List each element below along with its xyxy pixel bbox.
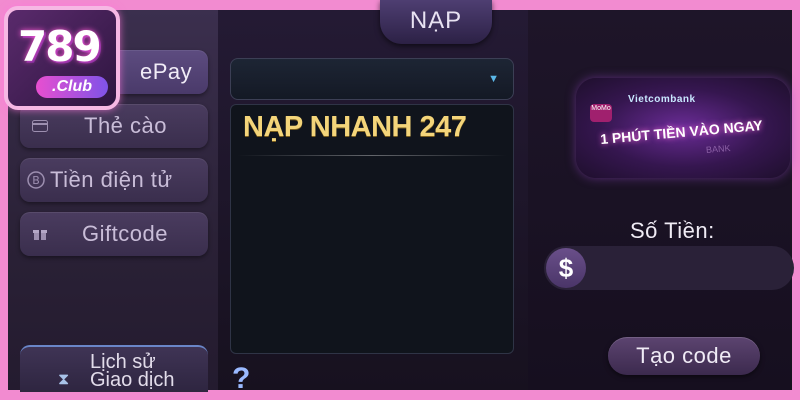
sidebar-item-label: ePay — [140, 59, 193, 84]
history-label: Lịch sử Giao dịch — [90, 351, 175, 391]
tab-nap[interactable]: NẠP — [380, 0, 492, 44]
bitcoin-icon: B — [26, 170, 46, 190]
sidebar-item-giftcode[interactable]: Giftcode — [20, 212, 208, 256]
method-list: NẠP NHANH 247 — [230, 104, 514, 354]
sidebar-item-tien-dien-tu[interactable]: B Tiền điện tử — [20, 158, 208, 202]
hourglass-icon: ⧗ — [58, 371, 70, 388]
sidebar-item-label: Giftcode — [82, 221, 168, 246]
banner-slogan: 1 PHÚT TIỀN VÀO NGAY — [599, 116, 764, 148]
svg-text:B: B — [32, 174, 40, 187]
momo-logo: MoMo — [590, 104, 612, 122]
promo-banner: MoMo Vietcombank 1 PHÚT TIỀN VÀO NGAY BA… — [576, 78, 790, 178]
card-icon — [30, 116, 50, 136]
create-code-button[interactable]: Tạo code — [608, 337, 760, 375]
logo: 789 .Club — [4, 6, 120, 110]
history-button[interactable]: ⧗ Lịch sử Giao dịch — [20, 345, 208, 392]
amount-label: Số Tiền: — [630, 218, 715, 243]
sidebar-item-label: Thẻ cào — [84, 113, 167, 138]
amount-field[interactable]: $ — [544, 246, 794, 290]
sidebar-item-label: Tiền điện tử — [50, 167, 173, 192]
banner-tag: BANK — [705, 142, 731, 156]
sidebar-item-the-cao[interactable]: Thẻ cào — [20, 104, 208, 148]
amount-input[interactable] — [592, 252, 786, 286]
logo-club: .Club — [36, 76, 108, 98]
help-icon[interactable]: ? — [232, 362, 250, 396]
gift-icon — [30, 224, 50, 244]
dollar-icon: $ — [546, 248, 586, 288]
list-item-nap-nhanh[interactable]: NẠP NHANH 247 — [243, 111, 467, 144]
deposit-panel — [528, 10, 792, 390]
vietcombank-logo: Vietcombank — [628, 94, 696, 105]
logo-number: 789 — [18, 22, 102, 71]
caret-down-icon: ▼ — [488, 73, 499, 85]
list-divider — [237, 155, 507, 156]
method-dropdown[interactable]: ▼ — [230, 58, 514, 100]
